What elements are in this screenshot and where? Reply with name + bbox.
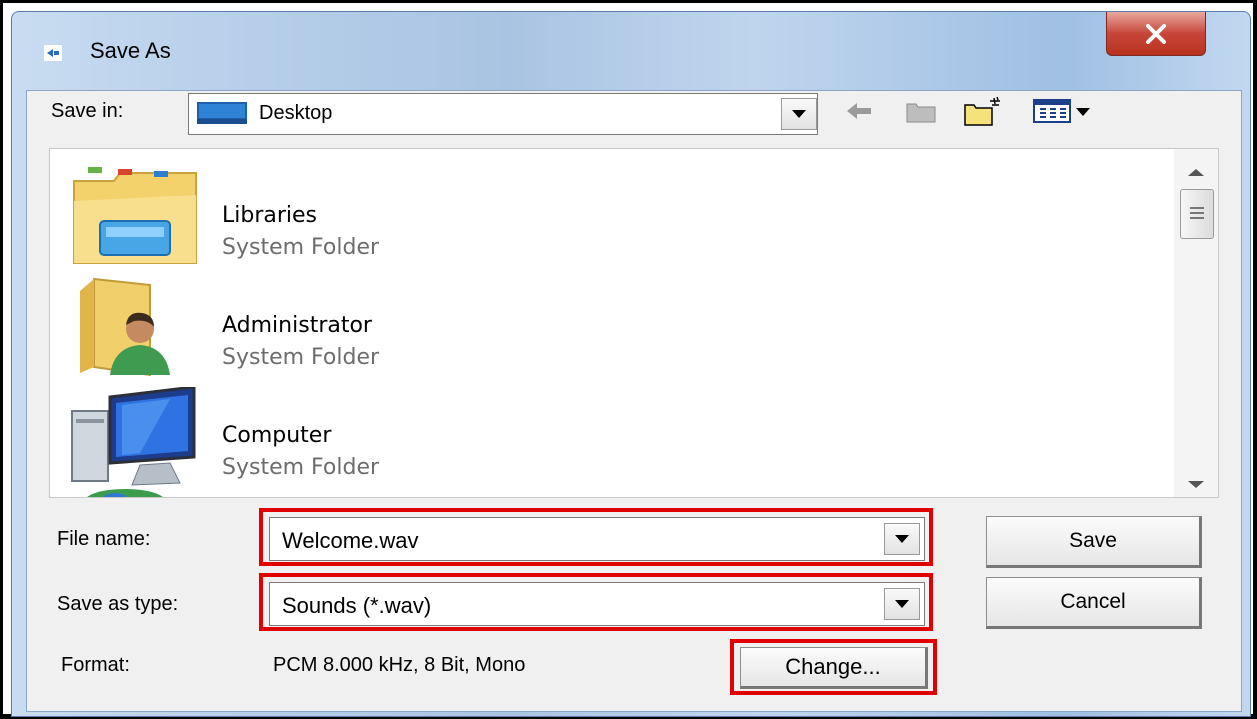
chevron-down-icon	[792, 110, 806, 118]
file-name-label: File name:	[57, 528, 151, 550]
save-as-type-dropdown[interactable]: Sounds (*.wav)	[269, 582, 925, 626]
save-in-dropdown[interactable]: Desktop	[188, 93, 818, 135]
libraries-folder-icon	[73, 167, 197, 264]
computer-icon	[71, 387, 196, 486]
save-in-dropdown-button[interactable]	[781, 98, 817, 130]
file-name: Administrator	[222, 313, 372, 338]
change-button[interactable]: Change...	[740, 647, 928, 689]
create-new-folder-button[interactable]	[963, 93, 1005, 129]
grip-line	[1190, 207, 1204, 209]
view-menu-button[interactable]	[1031, 93, 1095, 129]
file-name-value: Welcome.wav	[282, 528, 419, 553]
list-item[interactable]: Computer System Folder	[50, 387, 650, 497]
scroll-down-icon[interactable]	[1188, 481, 1204, 488]
back-arrow-icon	[847, 103, 871, 119]
cancel-button[interactable]: Cancel	[986, 577, 1202, 629]
user-folder-icon	[80, 277, 170, 377]
file-name-dropdown-button[interactable]	[884, 523, 920, 555]
format-label: Format:	[61, 654, 130, 676]
save-as-type-dropdown-button[interactable]	[884, 588, 920, 620]
file-type: System Folder	[222, 235, 380, 260]
list-item[interactable]: Administrator System Folder	[50, 277, 650, 387]
file-name-input[interactable]: Welcome.wav	[269, 517, 925, 561]
chevron-down-icon	[895, 600, 909, 608]
list-item[interactable]: Libraries System Folder	[50, 167, 650, 277]
title-bar[interactable]: Save As	[12, 12, 1250, 92]
save-in-value: Desktop	[259, 102, 333, 124]
scroll-up-icon[interactable]	[1188, 169, 1204, 176]
close-icon	[1146, 23, 1166, 44]
format-value: PCM 8.000 kHz, 8 Bit, Mono	[273, 654, 526, 676]
file-name: Computer	[222, 423, 332, 448]
save-as-type-label: Save as type:	[57, 593, 179, 615]
screenshot-frame: Save As Save in: Desktop Libraries Syste…	[3, 3, 1253, 717]
vertical-scrollbar[interactable]	[1174, 149, 1218, 497]
grip-line	[1190, 212, 1204, 214]
file-list[interactable]: Libraries System Folder Administrator Sy…	[49, 148, 1219, 498]
save-button[interactable]: Save	[986, 516, 1202, 568]
up-folder-icon	[906, 103, 936, 123]
desktop-icon	[197, 102, 247, 124]
view-menu-icon	[1033, 99, 1090, 123]
window-title: Save As	[90, 38, 171, 63]
up-one-level-button[interactable]	[903, 93, 939, 129]
back-button[interactable]	[841, 93, 877, 129]
save-as-type-value: Sounds (*.wav)	[282, 593, 432, 618]
new-folder-icon	[964, 96, 1000, 126]
network-globe-icon	[87, 489, 163, 497]
file-type: System Folder	[222, 345, 380, 370]
chevron-down-icon	[895, 535, 909, 543]
close-button[interactable]	[1106, 12, 1206, 56]
file-type: System Folder	[222, 455, 380, 480]
scroll-thumb[interactable]	[1180, 189, 1214, 239]
save-in-label: Save in:	[51, 100, 124, 122]
sound-recorder-icon	[44, 45, 62, 61]
grip-line	[1190, 217, 1204, 219]
file-name: Libraries	[222, 203, 318, 228]
